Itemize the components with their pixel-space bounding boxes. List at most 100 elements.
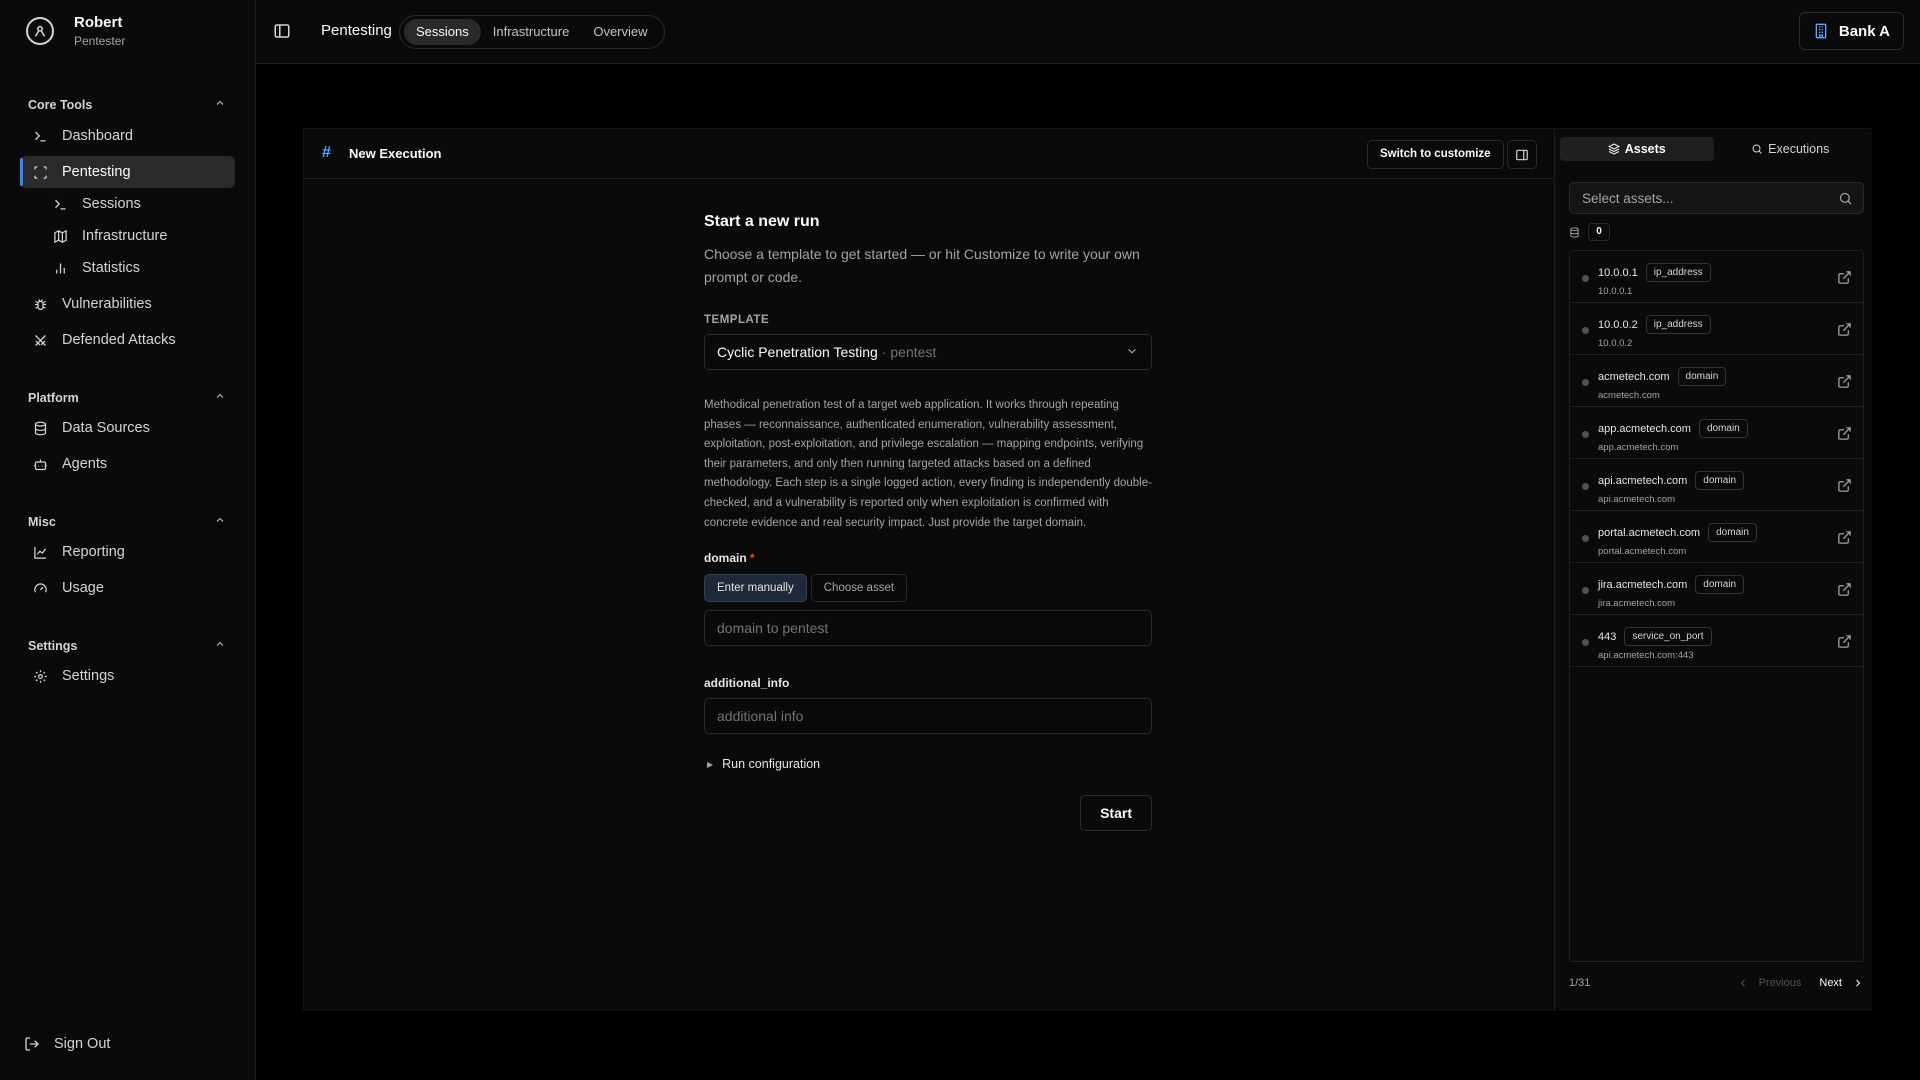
panel-right-icon: [1516, 149, 1528, 160]
list-item[interactable]: 10.0.0.1 ip_address 10.0.0.1: [1570, 251, 1863, 303]
list-item[interactable]: api.acmetech.com domain api.acmetech.com: [1570, 459, 1863, 511]
list-item[interactable]: 443 service_on_port api.acmetech.com:443: [1570, 615, 1863, 667]
hash-icon: #: [322, 144, 331, 161]
sidebar-item-label: Dashboard: [62, 128, 133, 144]
sidebar-item-label: Data Sources: [62, 420, 150, 436]
chevron-up-icon: [214, 97, 226, 112]
form-lead: Choose a template to get started — or hi…: [704, 246, 1140, 285]
group-misc[interactable]: Misc: [28, 514, 226, 529]
status-dot: [1582, 379, 1589, 386]
sidebar-item-infrastructure[interactable]: Infrastructure: [42, 220, 235, 252]
chevron-up-icon: [214, 514, 226, 529]
status-dot: [1582, 431, 1589, 438]
building-icon: [1815, 23, 1827, 39]
asset-type-badge: ip_address: [1645, 263, 1711, 282]
sidebar-item-agents[interactable]: Agents: [20, 448, 235, 480]
sidebar-item-dashboard[interactable]: Dashboard: [20, 120, 235, 152]
list-item[interactable]: 10.0.0.2 ip_address 10.0.0.2: [1570, 303, 1863, 355]
user-profile[interactable]: Robert Pentester: [26, 14, 125, 48]
external-link-icon[interactable]: [1837, 478, 1852, 493]
template-label: TEMPLATE: [704, 314, 770, 326]
run-configuration-label: Run configuration: [722, 757, 821, 772]
external-link-icon[interactable]: [1837, 322, 1852, 337]
chevron-down-icon: [1128, 348, 1136, 354]
asset-name: acmetech.com: [1598, 370, 1670, 383]
domain-input[interactable]: domain to pentest: [704, 610, 1152, 647]
sidebar-item-defended-attacks[interactable]: Defended Attacks: [20, 324, 235, 356]
list-item[interactable]: portal.acmetech.com domain portal.acmetec…: [1570, 511, 1863, 563]
scan-icon: [32, 164, 48, 180]
tab-overview[interactable]: Overview: [581, 19, 659, 45]
sidebar-item-label: Usage: [62, 580, 104, 596]
sidebar-item-usage[interactable]: Usage: [20, 572, 235, 604]
asset-value: 10.0.0.1: [1598, 286, 1633, 297]
sidebar-item-reporting[interactable]: Reporting: [20, 536, 235, 568]
template-select[interactable]: Cyclic Penetration Testing · pentest: [704, 334, 1152, 370]
assets-panel: Assets Executions Select assets... 0 10.…: [1554, 129, 1872, 1011]
tab-sessions[interactable]: Sessions: [404, 19, 481, 45]
choose-asset-button[interactable]: Choose asset: [810, 574, 908, 603]
group-platform[interactable]: Platform: [28, 390, 226, 405]
list-item[interactable]: app.acmetech.com domain app.acmetech.com: [1570, 407, 1863, 459]
layers-icon: [1607, 143, 1620, 155]
sidebar-toggle-icon[interactable]: [273, 22, 291, 40]
switch-to-customize-button[interactable]: Switch to customize: [1367, 140, 1504, 169]
run-configuration-toggle[interactable]: ▶ Run configuration: [704, 757, 1152, 771]
group-title-label: Settings: [28, 638, 78, 653]
next-button[interactable]: Next: [1819, 977, 1864, 989]
status-dot: [1582, 535, 1589, 542]
sign-out-button[interactable]: Sign Out: [24, 1036, 110, 1052]
sidebar-item-vulnerabilities[interactable]: Vulnerabilities: [20, 288, 235, 320]
sign-out-label: Sign Out: [54, 1036, 111, 1052]
line-chart-icon: [32, 544, 48, 560]
list-item[interactable]: jira.acmetech.com domain jira.acmetech.co…: [1570, 563, 1863, 615]
log-out-icon: [24, 1036, 40, 1052]
external-link-icon[interactable]: [1837, 634, 1852, 649]
asset-search-input[interactable]: Select assets...: [1569, 182, 1864, 214]
sidebar-item-data-sources[interactable]: Data Sources: [20, 412, 235, 444]
new-execution-card: # New Execution Switch to customize Star…: [303, 128, 1872, 1011]
org-switcher[interactable]: Bank A: [1798, 12, 1904, 50]
external-link-icon[interactable]: [1837, 426, 1852, 441]
asset-name: 10.0.0.1: [1598, 266, 1638, 279]
gauge-icon: [32, 580, 48, 596]
additional-info-input[interactable]: additional info: [704, 698, 1152, 735]
search-icon: [1752, 144, 1763, 154]
asset-value: api.acmetech.com: [1598, 494, 1676, 505]
external-link-icon[interactable]: [1837, 374, 1852, 389]
enter-manually-button[interactable]: Enter manually: [704, 574, 807, 603]
card-title: New Execution: [349, 146, 442, 161]
external-link-icon[interactable]: [1837, 270, 1852, 285]
card-header: # New Execution Switch to customize: [304, 129, 1554, 179]
sidebar-item-statistics[interactable]: Statistics: [42, 252, 235, 284]
tab-assets[interactable]: Assets: [1560, 137, 1714, 161]
asset-type-badge: domain: [1698, 419, 1748, 438]
domain-label: domain *: [704, 551, 1152, 565]
asset-name: 10.0.0.2: [1598, 318, 1638, 331]
asset-name: app.acmetech.com: [1598, 422, 1691, 435]
asset-search-placeholder: Select assets...: [1582, 190, 1674, 206]
chevron-right-icon: [1856, 979, 1861, 987]
sidebar-item-label: Sessions: [82, 196, 141, 212]
sidebar-item-pentesting[interactable]: Pentesting: [20, 156, 235, 188]
chevron-up-icon: [214, 638, 226, 653]
app-logo-icon: [26, 17, 54, 45]
asset-type-badge: domain: [1695, 471, 1745, 490]
tab-executions[interactable]: Executions: [1714, 137, 1868, 161]
group-settings[interactable]: Settings: [28, 638, 226, 653]
start-button[interactable]: Start: [1080, 795, 1152, 832]
external-link-icon[interactable]: [1837, 582, 1852, 597]
group-core-tools[interactable]: Core Tools: [28, 97, 226, 112]
status-dot: [1582, 483, 1589, 490]
toggle-panel-button[interactable]: [1507, 140, 1537, 169]
list-item[interactable]: acmetech.com domain acmetech.com: [1570, 355, 1863, 407]
selected-count: 0: [1569, 223, 1610, 241]
terminal-icon: [52, 196, 68, 212]
tab-infrastructure[interactable]: Infrastructure: [481, 19, 582, 45]
external-link-icon[interactable]: [1837, 530, 1852, 545]
sidebar-item-settings[interactable]: Settings: [20, 660, 235, 692]
bar-chart-icon: [52, 260, 68, 276]
previous-button[interactable]: Previous: [1737, 977, 1801, 989]
sidebar-item-sessions[interactable]: Sessions: [42, 188, 235, 220]
sidebar-item-label: Pentesting: [62, 164, 131, 180]
